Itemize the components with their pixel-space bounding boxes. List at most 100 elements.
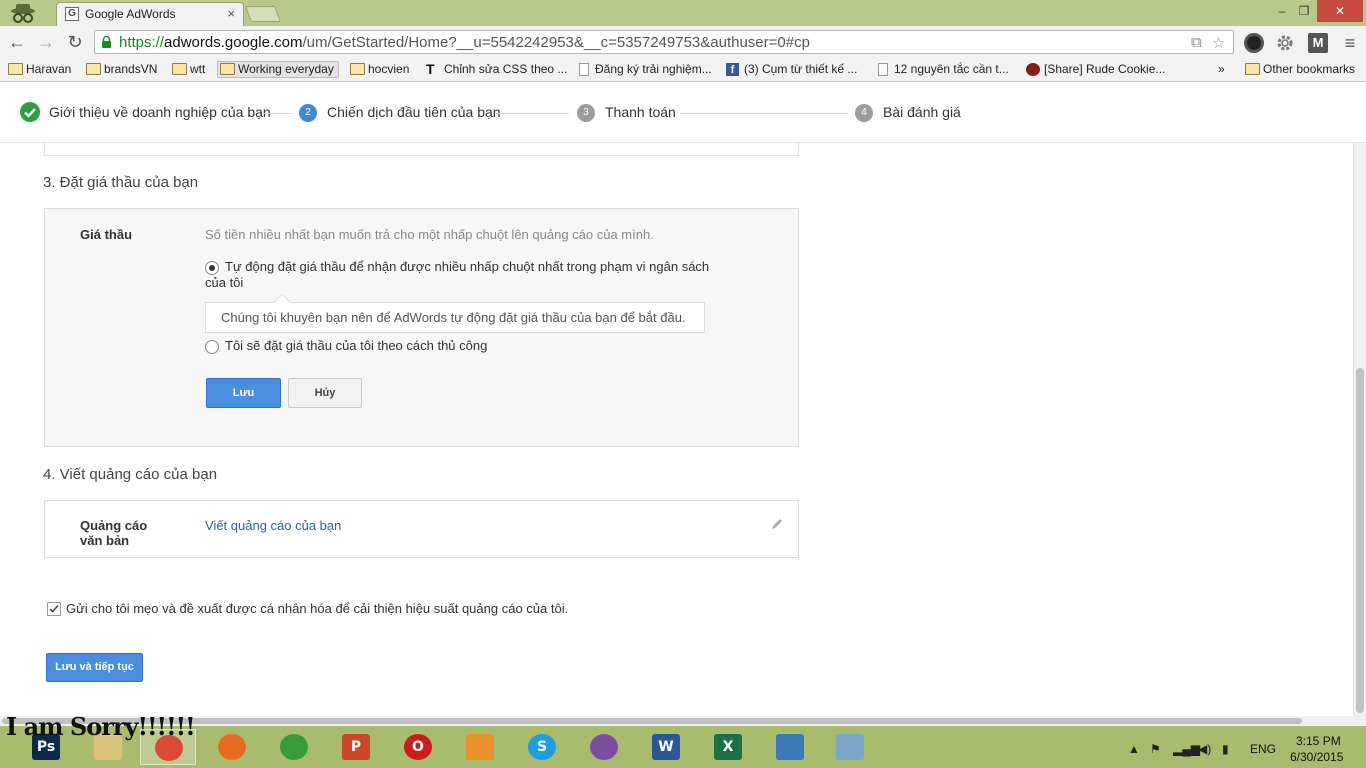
- skype-icon: S: [528, 734, 556, 760]
- manual-bid-radio[interactable]: [205, 340, 219, 354]
- bookmark-label: Working everyday: [238, 62, 334, 76]
- bookmark-haravan[interactable]: Haravan: [6, 62, 71, 79]
- photo-viewer-icon: [776, 734, 804, 760]
- step-connector: [262, 113, 292, 114]
- url-text: https://adwords.google.com/um/GetStarted…: [119, 34, 810, 51]
- taskbar-foxit-pdf-button[interactable]: [452, 729, 508, 765]
- vertical-scrollbar-thumb[interactable]: [1356, 368, 1364, 713]
- taskbar-viber-button[interactable]: [576, 729, 632, 765]
- flag-icon[interactable]: ⚑: [1150, 742, 1161, 756]
- bid-label: Giá thầu: [80, 227, 133, 242]
- language-indicator[interactable]: ENG: [1250, 742, 1276, 756]
- taskbar-corel-button[interactable]: [266, 729, 322, 765]
- taskbar-powerpoint-button[interactable]: P: [328, 729, 384, 765]
- network-icon[interactable]: ▂▄▆: [1173, 742, 1200, 756]
- word-icon: W: [652, 734, 680, 760]
- window-close-button[interactable]: ✕: [1317, 0, 1363, 22]
- bookmarks-bar: Haravan brandsVN wtt Working everyday ho…: [0, 58, 1366, 82]
- lock-icon: [102, 36, 111, 48]
- taskbar-firefox-button[interactable]: [204, 729, 260, 765]
- bookmark-label: (3) Cụm từ thiết kế ...: [744, 62, 858, 76]
- menu-icon[interactable]: ≡: [1340, 33, 1360, 53]
- folder-icon: [8, 63, 23, 75]
- viber-icon: [590, 734, 618, 760]
- taskbar-word-button[interactable]: W: [638, 729, 694, 765]
- save-button[interactable]: Lưu: [206, 378, 281, 408]
- other-bookmarks[interactable]: Other bookmarks: [1243, 62, 1355, 79]
- manual-bid-label[interactable]: Tôi sẽ đặt giá thầu của tôi theo cách th…: [225, 338, 487, 354]
- reload-button[interactable]: ↻: [64, 32, 86, 52]
- save-and-continue-button[interactable]: Lưu và tiếp tục: [46, 653, 143, 682]
- taskbar-paint-button[interactable]: [822, 729, 878, 765]
- taskbar-skype-button[interactable]: S: [514, 729, 570, 765]
- vertical-scrollbar[interactable]: [1353, 143, 1366, 716]
- forward-button[interactable]: →: [35, 32, 57, 52]
- address-bar[interactable]: https://adwords.google.com/um/GetStarted…: [94, 30, 1234, 54]
- clock-date[interactable]: 6/30/2015: [1290, 750, 1343, 764]
- folder-icon: [1245, 63, 1260, 75]
- folder-icon: [350, 63, 365, 75]
- browser-title-bar: G Google AdWords × – ❐ ✕: [0, 0, 1366, 26]
- tab-title: Google AdWords: [85, 7, 176, 21]
- tips-checkbox-label[interactable]: Gửi cho tôi mẹo và đề xuất được cá nhân …: [66, 601, 568, 616]
- overlay-text: I am Sorry!!!!!!: [6, 712, 196, 741]
- url-host: adwords.google.com: [164, 34, 303, 51]
- tab-close-icon[interactable]: ×: [227, 6, 235, 21]
- bookmark-chinh-sua-css[interactable]: T Chỉnh sửa CSS theo ...: [424, 62, 567, 79]
- extension-m-icon[interactable]: M: [1308, 33, 1328, 53]
- folder-icon: [220, 63, 235, 75]
- new-tab-button[interactable]: [245, 6, 281, 22]
- bid-hint: Số tiền nhiều nhất bạn muốn trả cho một …: [205, 227, 654, 242]
- bookmark-dang-ky[interactable]: Đăng ký trải nghiệm...: [575, 62, 712, 79]
- url-path: /um/GetStarted/Home?__u=5542242953&__c=5…: [302, 34, 810, 51]
- bookmark-hocvien[interactable]: hocvien: [348, 62, 409, 79]
- taskbar-excel-button[interactable]: X: [700, 729, 756, 765]
- bookmark-rude-cookie[interactable]: [Share] Rude Cookie...: [1024, 62, 1165, 79]
- taskbar-photo-viewer-button[interactable]: [762, 729, 818, 765]
- bookmark-brandsvn[interactable]: brandsVN: [84, 62, 157, 79]
- step-2-label: Chiến dịch đầu tiên của bạn: [327, 104, 501, 120]
- tray-expand-icon[interactable]: ▲: [1128, 742, 1140, 756]
- gear-icon[interactable]: [1275, 33, 1295, 53]
- cookie-icon: [1026, 63, 1040, 76]
- tips-checkbox[interactable]: [47, 602, 61, 616]
- opera-icon: O: [404, 734, 432, 760]
- url-scheme: https://: [119, 34, 165, 51]
- auto-bid-label[interactable]: Tự động đặt giá thầu để nhận được nhiều …: [205, 259, 725, 291]
- bookmark-wtt[interactable]: wtt: [170, 62, 205, 79]
- battery-icon[interactable]: ▮: [1222, 742, 1229, 756]
- taskbar-opera-button[interactable]: O: [390, 729, 446, 765]
- bookmark-working-everyday[interactable]: Working everyday: [217, 61, 339, 78]
- tab-google-adwords[interactable]: G Google AdWords ×: [56, 2, 244, 26]
- powerpoint-icon: P: [342, 734, 370, 760]
- bookmark-label: Other bookmarks: [1263, 62, 1356, 76]
- step-3-label: Thanh toán: [605, 104, 676, 120]
- corel-icon: [280, 734, 308, 760]
- clock-time[interactable]: 3:15 PM: [1296, 734, 1341, 748]
- extension-camera-icon[interactable]: [1244, 33, 1264, 53]
- bookmark-label: brandsVN: [104, 62, 158, 76]
- translate-icon[interactable]: ⧉: [1191, 34, 1202, 51]
- bookmarks-overflow-button[interactable]: »: [1198, 62, 1225, 79]
- step-4-label: Bài đánh giá: [883, 104, 961, 120]
- horizontal-scrollbar-thumb[interactable]: [2, 718, 1302, 724]
- back-button[interactable]: ←: [6, 32, 28, 52]
- cancel-button[interactable]: Hủy: [288, 378, 362, 408]
- bookmark-star-icon[interactable]: ☆: [1212, 34, 1225, 52]
- paint-icon: [836, 734, 864, 760]
- t-logo-icon: T: [426, 61, 435, 77]
- folder-icon: [172, 63, 187, 75]
- step-connector: [496, 113, 569, 114]
- excel-icon: X: [714, 734, 742, 760]
- bookmark-cum-tu-thiet-ke[interactable]: f (3) Cụm từ thiết kế ...: [724, 62, 857, 79]
- horizontal-scrollbar[interactable]: [0, 716, 1366, 726]
- step-2-number: 2: [299, 104, 317, 122]
- facebook-icon: f: [726, 63, 739, 76]
- bookmark-label: [Share] Rude Cookie...: [1044, 62, 1166, 76]
- pencil-icon[interactable]: [770, 517, 784, 531]
- bookmark-12-nguyen-tac[interactable]: 12 nguyên tắc cần t...: [874, 62, 1009, 79]
- window-maximize-button[interactable]: ❐: [1290, 0, 1318, 22]
- volume-icon[interactable]: ◀): [1198, 742, 1211, 756]
- ad-card: Quảng cáo văn bản Viết quảng cáo của bạn: [44, 500, 799, 558]
- write-ad-link[interactable]: Viết quảng cáo của bạn: [205, 518, 341, 533]
